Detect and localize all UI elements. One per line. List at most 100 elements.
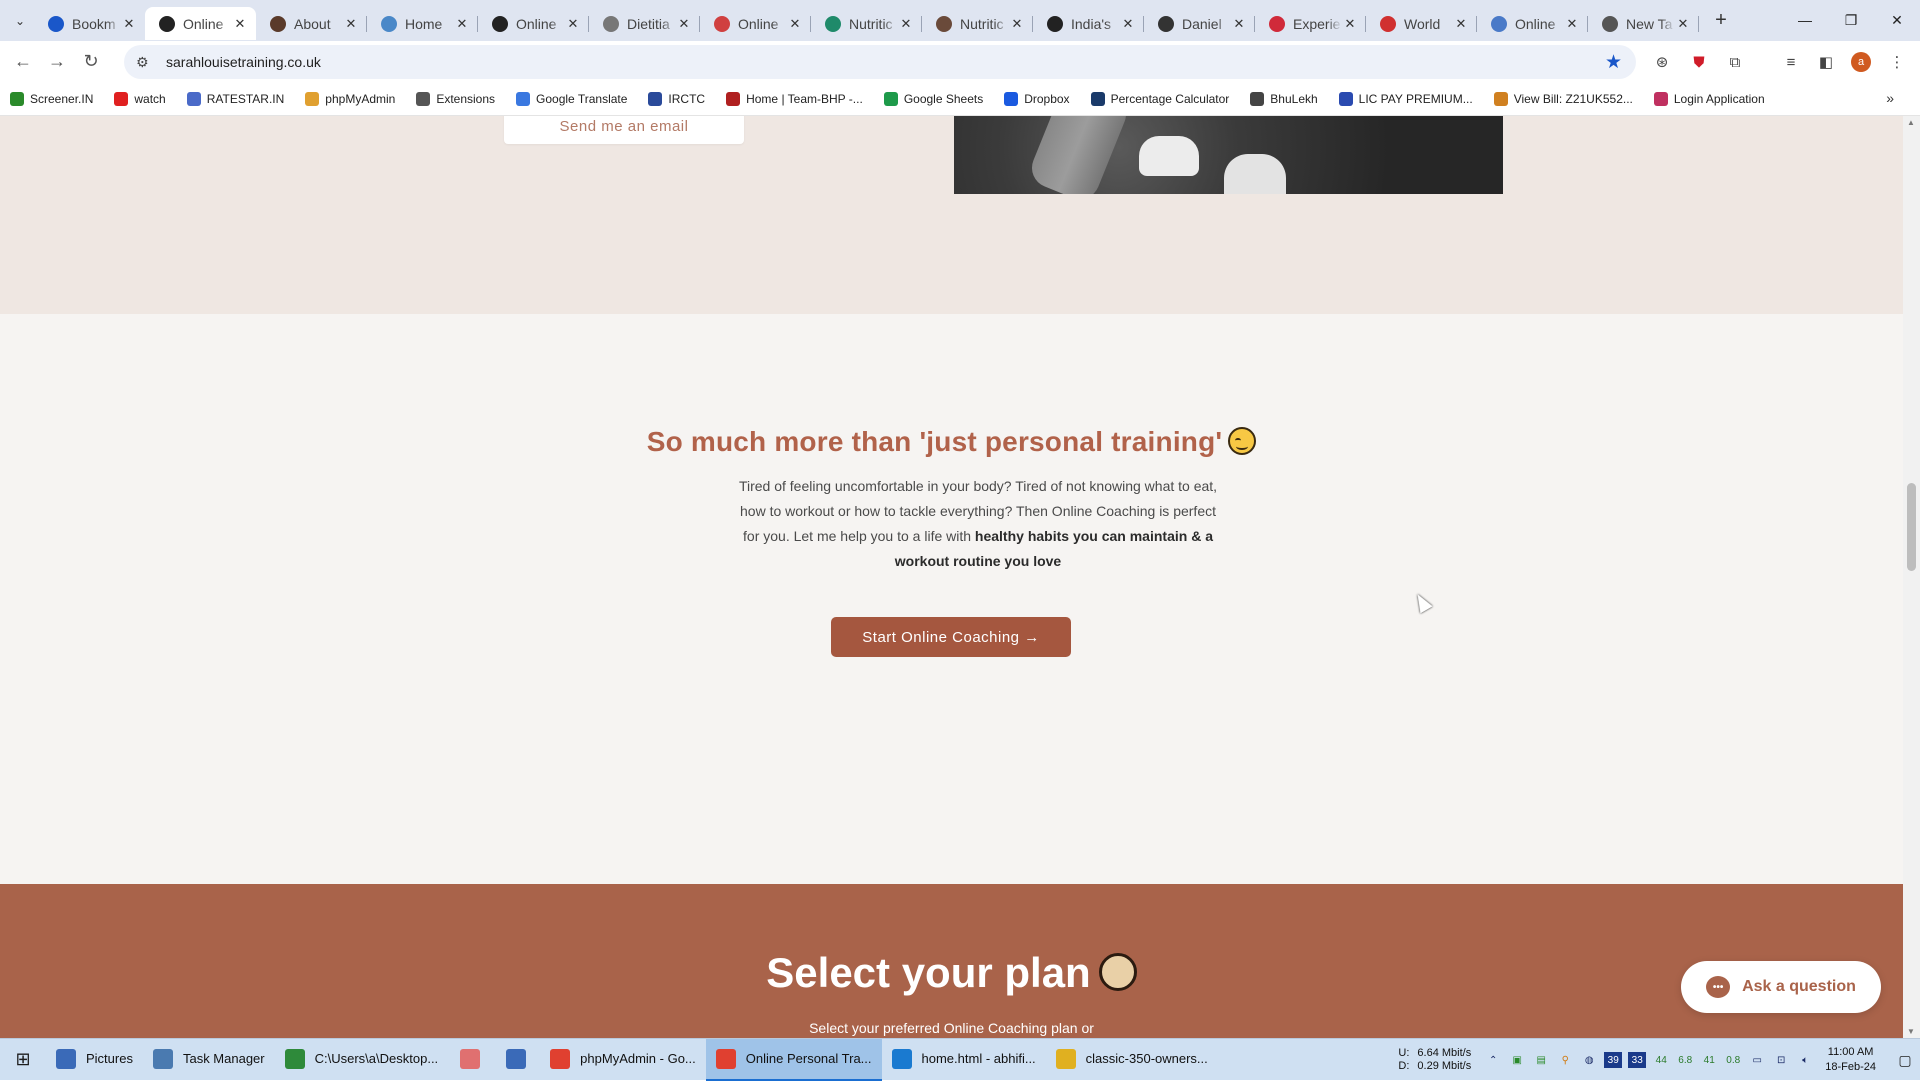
bookmark-item[interactable]: Percentage Calculator — [1090, 91, 1229, 106]
bookmark-item[interactable]: Login Application — [1653, 91, 1765, 106]
tab-close-icon[interactable]: ✕ — [1453, 16, 1469, 32]
site-info-icon[interactable]: ⚙ — [136, 54, 158, 71]
restore-icon[interactable]: ❐ — [1828, 0, 1874, 40]
network-icon[interactable]: ⊡ — [1772, 1052, 1790, 1068]
scroll-down-icon[interactable]: ▼ — [1907, 1027, 1915, 1036]
taskbar-app-button[interactable]: home.html - abhifi... — [882, 1039, 1046, 1081]
tab-close-icon[interactable]: ✕ — [1009, 16, 1025, 32]
reload-icon[interactable]: ↻ — [74, 45, 108, 79]
tray-counter[interactable]: 0.8 — [1724, 1052, 1742, 1068]
bookmark-item[interactable]: Dropbox — [1004, 91, 1070, 106]
tab-close-icon[interactable]: ✕ — [676, 16, 692, 32]
globe-icon[interactable]: ◍ — [1580, 1052, 1598, 1068]
windows-start-icon[interactable]: ⊞ — [0, 1039, 46, 1081]
taskbar-app-button[interactable]: classic-350-owners... — [1046, 1039, 1218, 1081]
browser-tab[interactable]: Experie ✕ — [1255, 7, 1366, 40]
browser-tab[interactable]: About ✕ — [256, 7, 367, 40]
photo-shoe — [1139, 136, 1199, 176]
ask-question-button[interactable]: ••• Ask a question — [1681, 961, 1881, 1013]
bookmark-item[interactable]: Home | Team-BHP -... — [726, 91, 863, 106]
tab-search-chevron-icon[interactable]: ⌄ — [6, 7, 34, 35]
scroll-up-icon[interactable]: ▲ — [1907, 118, 1915, 127]
tab-close-icon[interactable]: ✕ — [343, 16, 359, 32]
browser-tab[interactable]: Nutritic ✕ — [922, 7, 1033, 40]
bookmarks-overflow-icon[interactable]: » — [1886, 90, 1894, 106]
browser-tab[interactable]: Nutritic ✕ — [811, 7, 922, 40]
close-window-icon[interactable]: ✕ — [1874, 0, 1920, 40]
browser-tab[interactable]: Daniel ✕ — [1144, 7, 1255, 40]
taskbar-app-button[interactable]: C:\Users\a\Desktop... — [275, 1039, 449, 1081]
back-arrow-icon[interactable]: ← — [6, 45, 40, 79]
start-coaching-button[interactable]: Start Online Coaching → — [831, 617, 1071, 657]
browser-tab[interactable]: Online ✕ — [1477, 7, 1588, 40]
notifications-icon[interactable]: ▢ — [1890, 1052, 1920, 1069]
tab-close-icon[interactable]: ✕ — [1231, 16, 1247, 32]
browser-tab[interactable]: World ✕ — [1366, 7, 1477, 40]
taskbar-app-button[interactable] — [494, 1039, 540, 1081]
bookmark-star-icon[interactable]: ★ — [1605, 51, 1622, 74]
tray-app-icon[interactable]: ▤ — [1532, 1052, 1550, 1068]
tab-close-icon[interactable]: ✕ — [121, 16, 137, 32]
volume-icon[interactable]: 🔈︎ — [1796, 1052, 1814, 1068]
clock[interactable]: 11:00 AM 18-Feb-24 — [1825, 1045, 1876, 1075]
bookmark-item[interactable]: View Bill: Z21UK552... — [1493, 91, 1633, 106]
bookmark-item[interactable]: watch — [114, 91, 166, 106]
tab-close-icon[interactable]: ✕ — [1120, 16, 1136, 32]
bookmark-item[interactable]: phpMyAdmin — [305, 91, 395, 106]
extensions-icon[interactable]: ⧉ — [1722, 49, 1748, 75]
browser-menu-icon[interactable]: ⋮ — [1884, 49, 1910, 75]
taskbar-app-button[interactable]: Task Manager — [143, 1039, 275, 1081]
browser-tab[interactable]: New Ta ✕ — [1588, 7, 1699, 40]
scrollbar-thumb[interactable] — [1907, 483, 1916, 571]
minimize-icon[interactable]: — — [1782, 0, 1828, 40]
address-url[interactable]: sarahlouisetraining.co.uk — [166, 54, 321, 70]
browser-tab[interactable]: Online ✕ — [700, 7, 811, 40]
taskbar-app-button[interactable]: Online Personal Tra... — [705, 1038, 882, 1081]
browser-tab[interactable]: India's ✕ — [1033, 7, 1144, 40]
mouse-cursor-icon — [1411, 590, 1433, 614]
tab-close-icon[interactable]: ✕ — [898, 16, 914, 32]
send-email-button[interactable]: Send me an email — [504, 116, 744, 144]
bookmark-item[interactable]: RATESTAR.IN — [186, 91, 284, 106]
bookmark-item[interactable]: IRCTC — [648, 91, 705, 106]
tab-close-icon[interactable]: ✕ — [787, 16, 803, 32]
tab-close-icon[interactable]: ✕ — [1564, 16, 1580, 32]
show-hidden-icons-chevron-icon[interactable]: ⌃ — [1484, 1052, 1502, 1068]
tray-counter[interactable]: 39 — [1604, 1052, 1623, 1068]
tray-counter[interactable]: 6.8 — [1676, 1052, 1694, 1068]
bookmark-item[interactable]: Screener.IN — [10, 91, 93, 106]
taskbar-app-button[interactable]: phpMyAdmin - Go... — [540, 1039, 706, 1081]
taskbar-app-button[interactable]: Pictures — [46, 1039, 143, 1081]
bookmark-item[interactable]: Google Sheets — [883, 91, 983, 106]
browser-tab[interactable]: Home ✕ — [367, 7, 478, 40]
browser-tab[interactable]: Bookm ✕ — [34, 7, 145, 40]
bookmark-item[interactable]: LIC PAY PREMIUM... — [1338, 91, 1473, 106]
tray-counter[interactable]: 44 — [1652, 1052, 1670, 1068]
browser-tab[interactable]: Dietitia ✕ — [589, 7, 700, 40]
battery-icon[interactable]: ▭ — [1748, 1052, 1766, 1068]
tray-counter[interactable]: 41 — [1700, 1052, 1718, 1068]
side-panel-icon[interactable]: ◧ — [1813, 49, 1839, 75]
page-scrollbar[interactable]: ▲ ▼ — [1903, 116, 1920, 1038]
new-tab-plus-icon[interactable]: + — [1707, 7, 1735, 35]
profile-avatar[interactable]: a — [1848, 49, 1874, 75]
bookmark-item[interactable]: Google Translate — [516, 91, 627, 106]
shield-extension-icon[interactable]: ⛊ — [1686, 49, 1712, 75]
tray-counter[interactable]: 33 — [1628, 1052, 1647, 1068]
browser-tab[interactable]: Online ✕ — [145, 7, 256, 40]
media-control-icon[interactable]: ≡ — [1778, 49, 1804, 75]
bookmark-item[interactable]: BhuLekh — [1250, 91, 1318, 106]
forward-arrow-icon[interactable]: → — [40, 45, 74, 79]
taskbar-app-button[interactable] — [448, 1039, 494, 1081]
extension-puzzle-sphere-icon[interactable]: ⊛ — [1649, 49, 1675, 75]
tray-app-icon[interactable]: ▣ — [1508, 1052, 1526, 1068]
address-bar[interactable]: ⚙ sarahlouisetraining.co.uk ★ — [124, 45, 1636, 79]
tab-close-icon[interactable]: ✕ — [454, 16, 470, 32]
bookmark-item[interactable]: Extensions — [416, 91, 495, 106]
tab-close-icon[interactable]: ✕ — [565, 16, 581, 32]
search-icon[interactable]: ⚲ — [1556, 1052, 1574, 1068]
tab-close-icon[interactable]: ✕ — [1342, 16, 1358, 32]
tab-close-icon[interactable]: ✕ — [1675, 16, 1691, 32]
tab-close-icon[interactable]: ✕ — [232, 16, 248, 32]
browser-tab[interactable]: Online ✕ — [478, 7, 589, 40]
